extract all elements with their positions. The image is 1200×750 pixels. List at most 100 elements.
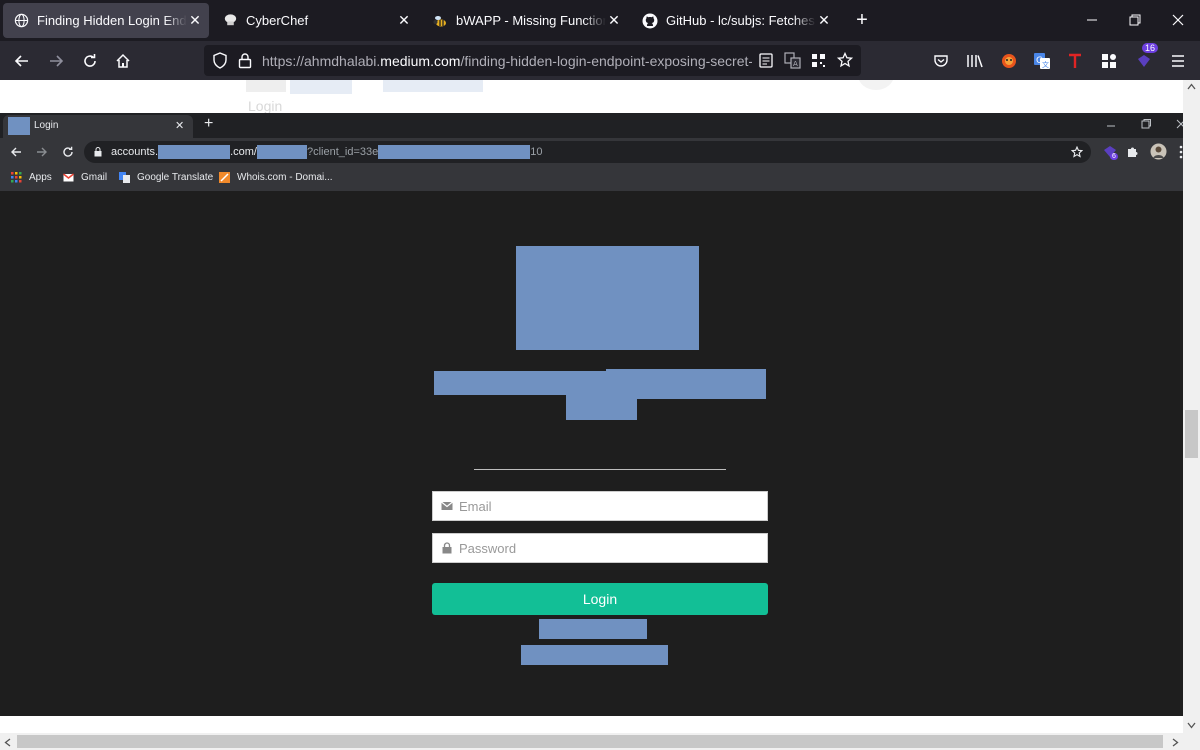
firefox-tab-bar: Finding Hidden Login Endpoint ✕ CyberChe… <box>0 0 1200 41</box>
minimize-button[interactable] <box>1080 8 1104 32</box>
close-icon[interactable]: ✕ <box>187 12 203 29</box>
vertical-scrollbar[interactable] <box>1183 80 1200 733</box>
email-input[interactable] <box>459 496 759 516</box>
email-field[interactable] <box>432 491 768 521</box>
pocket-button[interactable] <box>927 47 955 75</box>
tab-bwapp[interactable]: bWAPP - Missing Functional Lev ✕ <box>422 3 628 38</box>
extensions-grid-button[interactable] <box>1095 47 1123 75</box>
close-icon[interactable]: ✕ <box>816 12 832 29</box>
restore-icon <box>1129 14 1141 26</box>
lock-icon[interactable] <box>238 52 252 74</box>
window-close-button[interactable] <box>1166 8 1190 32</box>
restore-icon[interactable] <box>1141 119 1151 129</box>
url-bar[interactable]: https://ahmdhalabi.medium.com/finding-hi… <box>204 45 861 76</box>
scrollbar-thumb[interactable] <box>17 735 1163 748</box>
tab-title: GitHub - lc/subjs: Fetches javasc <box>666 13 816 28</box>
arrow-right-icon[interactable] <box>36 146 48 158</box>
home-button[interactable] <box>109 47 137 75</box>
redacted-link[interactable] <box>521 645 668 665</box>
close-icon[interactable] <box>1176 119 1183 129</box>
redacted-path <box>257 145 307 159</box>
chrome-tab-login[interactable]: Login ✕ <box>3 115 193 138</box>
reload-icon[interactable] <box>62 146 74 158</box>
bookmark-label: Google Translate <box>137 172 214 183</box>
google-translate-icon: G文 <box>1034 53 1050 69</box>
reader-view-icon[interactable] <box>759 53 773 73</box>
globe-icon <box>13 13 29 29</box>
url-domain: medium.com <box>380 53 461 69</box>
translate-extension-button[interactable]: G文 <box>1028 47 1056 75</box>
extension-badge-button[interactable]: 16 <box>1130 43 1159 75</box>
shield-icon[interactable] <box>212 52 228 74</box>
restore-button[interactable] <box>1123 8 1147 32</box>
arrow-right-icon <box>50 55 64 67</box>
chef-hat-icon <box>222 13 238 29</box>
puzzle-extensions-icon[interactable] <box>1126 145 1140 159</box>
chevron-right-icon[interactable] <box>1172 738 1179 747</box>
redacted-heading <box>566 395 637 420</box>
star-icon[interactable] <box>1071 146 1083 158</box>
minimize-icon[interactable] <box>1106 121 1116 131</box>
bookmark-whois[interactable]: Whois.com - Domai... <box>219 172 333 183</box>
bookmark-label: Whois.com - Domai... <box>237 172 333 183</box>
close-icon[interactable]: ✕ <box>396 12 412 29</box>
chevron-up-icon[interactable] <box>1187 83 1196 90</box>
url-tld: .com/ <box>230 145 257 158</box>
gmail-icon <box>63 173 74 182</box>
minimize-icon <box>1087 19 1097 21</box>
lock-icon <box>442 542 452 554</box>
bookmark-gmail[interactable]: Gmail <box>63 172 107 183</box>
redacted-link[interactable] <box>539 619 647 639</box>
avatar[interactable] <box>1150 143 1167 160</box>
scrollbar-thumb[interactable] <box>1185 410 1198 458</box>
tab-title: Finding Hidden Login Endpoint <box>37 13 187 28</box>
tab-cyberchef[interactable]: CyberChef ✕ <box>212 3 418 38</box>
url-prefix: https://ahmdhalabi. <box>262 53 381 69</box>
chrome-address-bar[interactable]: accounts. .com/ ?client_id=33e 10 <box>84 141 1091 163</box>
bookmark-label: Apps <box>29 172 52 183</box>
url-query-end: 10 <box>530 145 543 158</box>
tab-finding-hidden-login[interactable]: Finding Hidden Login Endpoint ✕ <box>3 3 209 38</box>
svg-text:文: 文 <box>1042 60 1049 69</box>
url-text[interactable]: https://ahmdhalabi.medium.com/finding-hi… <box>262 53 752 69</box>
arrow-left-icon[interactable] <box>10 146 22 158</box>
url-host-prefix: accounts. <box>111 145 159 158</box>
background-redaction <box>290 80 352 94</box>
tab-github-subjs[interactable]: GitHub - lc/subjs: Fetches javasc ✕ <box>632 3 838 38</box>
bookmark-apps[interactable]: Apps <box>11 172 52 183</box>
divider <box>474 469 726 470</box>
close-icon[interactable]: ✕ <box>606 12 622 29</box>
bookmark-google-translate[interactable]: Google Translate <box>119 172 213 183</box>
firefox-nav-bar: https://ahmdhalabi.medium.com/finding-hi… <box>0 41 1200 80</box>
new-tab-label: + <box>856 8 868 31</box>
library-button[interactable] <box>961 47 989 75</box>
chevron-down-icon[interactable] <box>1187 722 1196 729</box>
extension-t-button[interactable] <box>1061 47 1089 75</box>
password-input[interactable] <box>459 538 759 558</box>
close-icon[interactable]: ✕ <box>175 119 184 132</box>
article-screenshot: Login ✕ + accounts. .com/ ?client_id=33e 10… <box>0 113 1183 716</box>
chrome-new-tab-button[interactable]: + <box>204 115 213 133</box>
star-icon[interactable] <box>836 51 854 73</box>
horizontal-scrollbar[interactable] <box>0 733 1200 750</box>
background-avatar <box>858 80 894 90</box>
google-translate-icon <box>119 172 130 183</box>
extension-fox-button[interactable] <box>995 47 1023 75</box>
password-field[interactable] <box>432 533 768 563</box>
login-button[interactable]: Login <box>432 583 768 615</box>
new-tab-button[interactable]: + <box>850 8 874 32</box>
login-page: Login <box>0 191 1183 716</box>
translate-icon[interactable]: A <box>784 52 801 74</box>
pocket-icon <box>934 55 948 67</box>
menu-button[interactable] <box>1164 47 1192 75</box>
qr-code-icon[interactable] <box>811 53 826 73</box>
badge-count: 16 <box>1142 43 1159 53</box>
chrome-tab-title: Login <box>34 120 59 131</box>
whois-icon <box>219 172 230 183</box>
tab-title: bWAPP - Missing Functional Lev <box>456 13 606 28</box>
back-button[interactable] <box>8 47 36 75</box>
reload-button[interactable] <box>76 47 104 75</box>
chevron-left-icon[interactable] <box>4 738 11 747</box>
redacted-favicon <box>8 117 30 135</box>
forward-button[interactable] <box>42 47 70 75</box>
